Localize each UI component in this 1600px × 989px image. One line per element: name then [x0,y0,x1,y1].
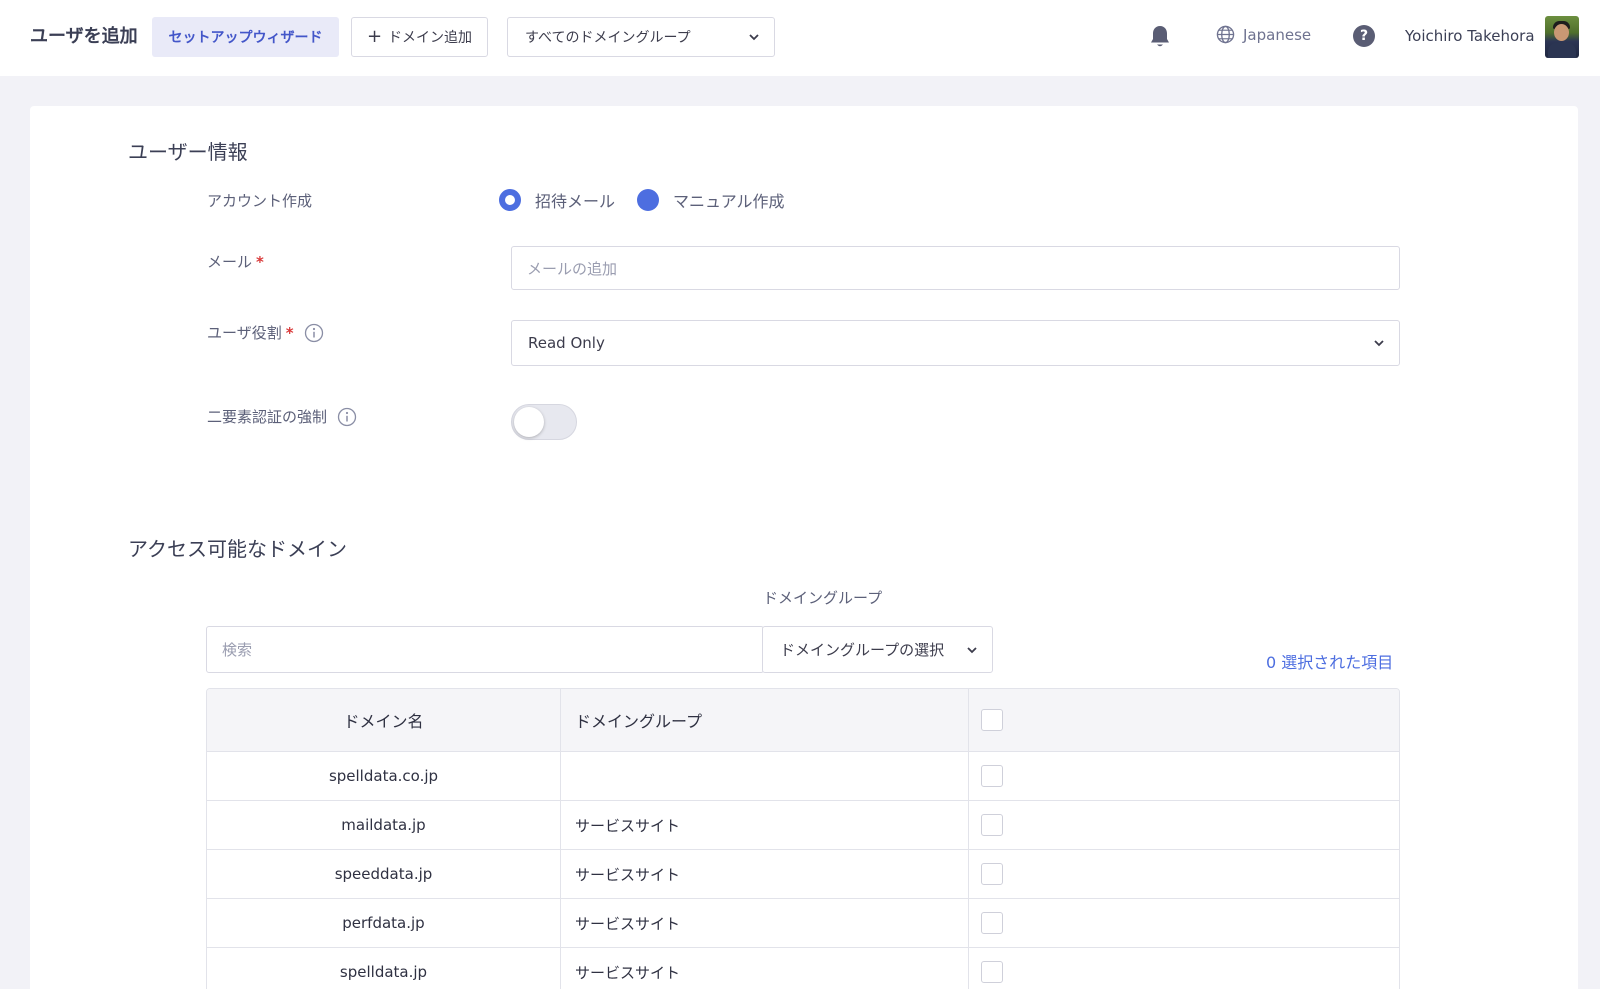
add-domain-button[interactable]: + ドメイン追加 [351,17,488,57]
table-row: maildata.jp サービスサイト [207,800,1399,849]
group-filter-value: ドメイングループの選択 [780,641,945,659]
domains-table: ドメイン名 ドメイングループ spelldata.co.jp maildata.… [206,688,1400,989]
row-checkbox-cell [969,752,1399,800]
column-header-domain-group: ドメイングループ [561,689,969,751]
setup-wizard-button[interactable]: セットアップウィザード [152,17,339,57]
table-row: spelldata.co.jp [207,751,1399,800]
domain-group-cell: サービスサイト [561,801,969,849]
top-bar: ユーザを追加 セットアップウィザード + ドメイン追加 すべてのドメイングループ… [0,0,1600,76]
chevron-down-icon [1374,340,1384,347]
email-field[interactable]: メールの追加 [511,246,1400,290]
domain-group-cell: サービスサイト [561,899,969,947]
domain-group-cell [561,752,969,800]
chevron-down-icon [967,646,977,653]
toggle-knob [514,407,544,437]
role-select-value: Read Only [528,334,605,352]
row-checkbox[interactable] [981,961,1003,983]
tfa-label-text: 二要素認証の強制 [207,408,328,426]
radio-manual-create-label[interactable]: マニュアル作成 [673,188,785,212]
domain-name-cell: maildata.jp [207,801,561,849]
selected-count: 0 選択された項目 [1266,653,1394,672]
globe-icon [1216,25,1235,44]
language-label: Japanese [1243,25,1312,44]
table-header-row: ドメイン名 ドメイングループ [207,689,1399,751]
select-all-checkbox[interactable] [981,709,1003,731]
avatar[interactable] [1545,16,1579,58]
radio-invite-email-label[interactable]: 招待メール [535,188,615,212]
group-filter-select[interactable]: ドメイングループの選択 [762,626,993,673]
page-title: ユーザを追加 [30,26,138,47]
row-checkbox-cell [969,948,1399,989]
account-creation-text: アカウント作成 [207,192,313,210]
row-checkbox[interactable] [981,912,1003,934]
domain-name-cell: spelldata.jp [207,948,561,989]
row-checkbox-cell [969,801,1399,849]
tfa-toggle[interactable] [511,404,577,440]
select-all-cell [969,689,1399,751]
user-info-title: ユーザー情報 [128,140,248,164]
domain-group-cell: サービスサイト [561,850,969,898]
email-placeholder: メールの追加 [527,259,618,278]
domain-group-cell: サービスサイト [561,948,969,989]
info-icon[interactable] [337,407,357,427]
table-row: perfdata.jp サービスサイト [207,898,1399,947]
role-label: ユーザ役割 * [207,322,324,343]
search-input[interactable]: 検索 [206,626,764,673]
domain-name-cell: perfdata.jp [207,899,561,947]
email-label: メール * [207,251,264,272]
domain-name-cell: spelldata.co.jp [207,752,561,800]
domain-name-cell: speeddata.jp [207,850,561,898]
row-checkbox[interactable] [981,765,1003,787]
chevron-down-icon [749,34,759,41]
help-icon[interactable]: ? [1353,25,1375,47]
info-icon[interactable] [304,323,324,343]
group-filter-label: ドメイングループ [763,589,883,607]
row-checkbox-cell [969,850,1399,898]
bell-icon[interactable] [1148,24,1172,50]
column-header-domain-name: ドメイン名 [207,689,561,751]
search-placeholder: 検索 [222,641,253,659]
radio-manual-create[interactable] [637,189,660,211]
table-row: speeddata.jp サービスサイト [207,849,1399,898]
account-creation-radio-group: 招待メール マニュアル作成 [499,188,807,212]
plus-icon: + [366,26,383,47]
domains-title: アクセス可能なドメイン [128,537,347,561]
account-creation-label: アカウント作成 [207,190,312,211]
required-mark: * [256,252,264,271]
domain-group-select-value: すべてのドメイングループ [525,30,691,46]
email-label-text: メール [207,253,253,271]
role-label-text: ユーザ役割 [207,324,282,342]
row-checkbox-cell [969,899,1399,947]
language-selector[interactable]: Japanese [1216,25,1311,44]
add-domain-label: ドメイン追加 [388,30,473,46]
radio-invite-email[interactable] [499,189,521,211]
table-row: spelldata.jp サービスサイト [207,947,1399,989]
row-checkbox[interactable] [981,814,1003,836]
role-select[interactable]: Read Only [511,320,1400,366]
required-mark: * [285,323,294,342]
username[interactable]: Yoichiro Takehora [1405,27,1535,45]
row-checkbox[interactable] [981,863,1003,885]
tfa-label: 二要素認証の強制 [207,406,357,427]
add-user-card: ユーザー情報 アカウント作成 招待メール マニュアル作成 メール * メールの追… [30,106,1578,989]
domain-group-select[interactable]: すべてのドメイングループ [507,17,775,57]
